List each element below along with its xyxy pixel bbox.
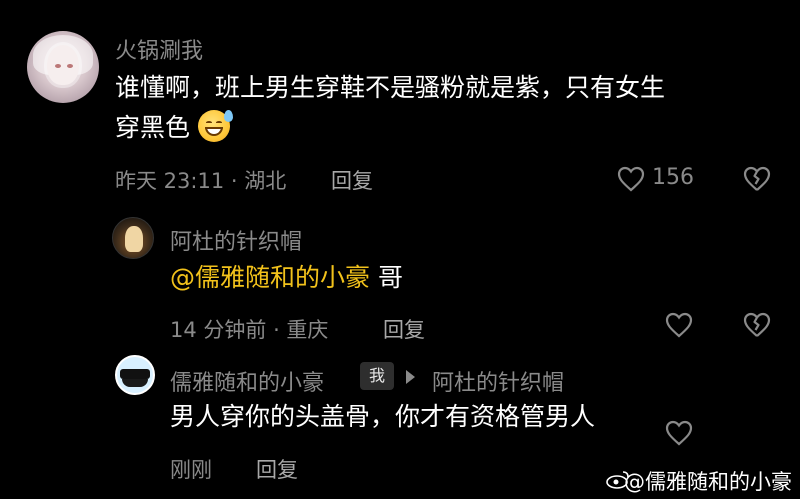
comment-username[interactable]: 火锅涮我 [115,33,203,65]
mention-link[interactable]: @儒雅随和的小豪 [170,263,370,292]
like-count: 156 [652,165,694,190]
comment-text-line2: 穿黑色 [115,113,191,142]
comment-text-line: 谁懂啊，班上男生穿鞋不是骚粉就是紫，只有女生 [115,73,666,102]
avatar-eye [67,64,73,68]
comment-text: 谁懂啊，班上男生穿鞋不是骚粉就是紫，只有女生 穿黑色 [115,68,665,148]
avatar[interactable] [112,217,154,259]
broken-heart-icon[interactable] [743,312,771,338]
comment-username[interactable]: 儒雅随和的小豪 [170,365,324,397]
reply-arrow-icon [406,370,415,384]
avatar-cap [120,369,150,379]
avatar-figure [125,226,143,252]
comment-time: 刚刚 [170,458,212,482]
heart-icon[interactable] [665,312,693,338]
comment-text: @儒雅随和的小豪 哥 [170,258,403,298]
me-badge: 我 [360,362,394,390]
comment-time-location: 昨天 23:11 · 湖北 [115,169,287,193]
watermark: @儒雅随和的小豪 [624,470,792,494]
reply-button[interactable]: 回复 [383,314,425,344]
heart-icon[interactable] [665,420,693,446]
broken-heart-icon[interactable] [743,166,771,192]
reply-to-username[interactable]: 阿杜的针织帽 [432,365,564,397]
avatar-eye [55,64,61,68]
comment-username[interactable]: 阿杜的针织帽 [170,224,302,256]
reply-button[interactable]: 回复 [331,165,373,195]
comment-text-rest: 哥 [370,263,403,292]
avatar[interactable] [27,31,99,103]
comment-text-line: 穿黑色 [115,108,665,148]
avatar-face [47,45,79,85]
reply-button[interactable]: 回复 [256,454,298,484]
avatar-cap [122,379,148,387]
comment-time-location: 14 分钟前 · 重庆 [170,318,329,342]
grinning-sweat-emoji [197,110,233,142]
heart-icon[interactable] [617,166,645,192]
comment-text: 男人穿你的头盖骨，你才有资格管男人 [170,402,596,431]
avatar[interactable] [115,355,155,395]
